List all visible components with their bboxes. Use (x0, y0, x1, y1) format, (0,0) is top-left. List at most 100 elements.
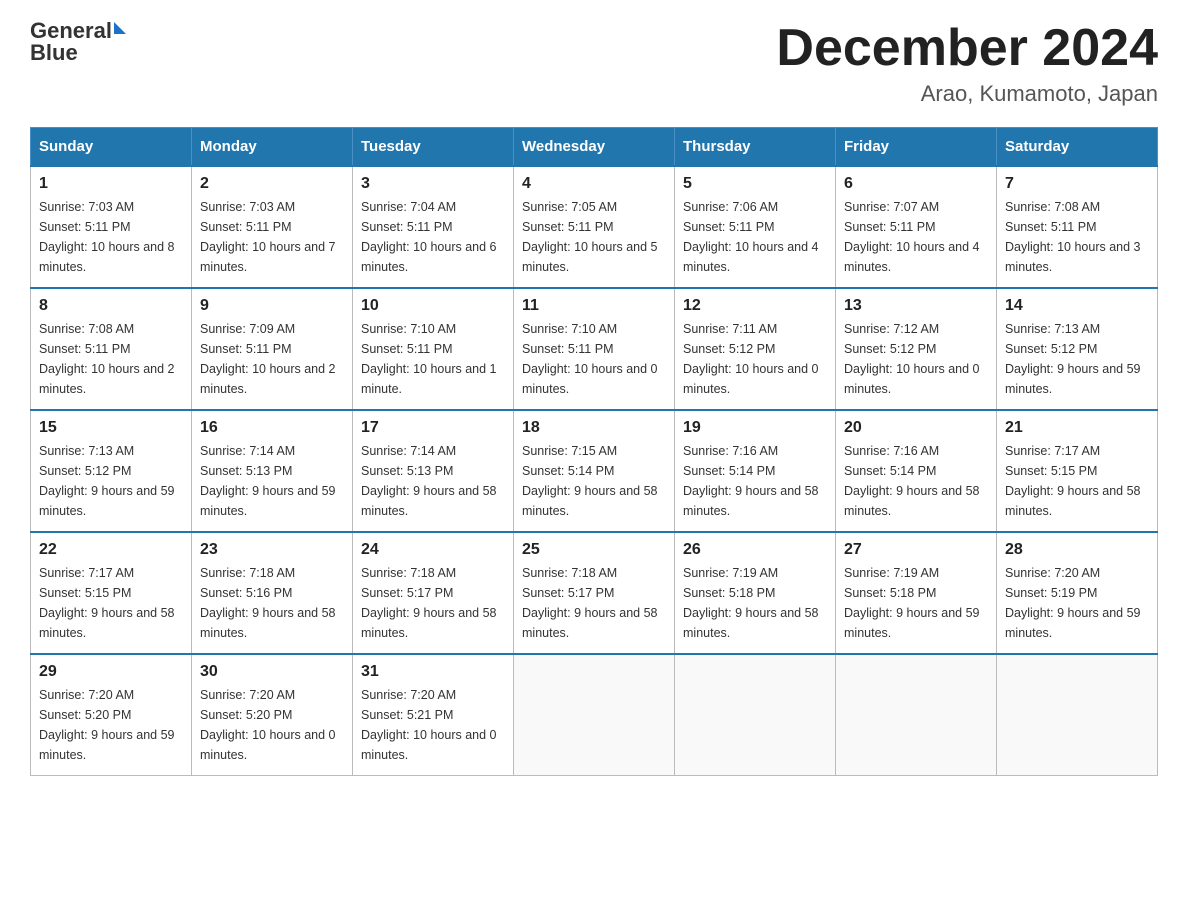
calendar-cell: 11Sunrise: 7:10 AMSunset: 5:11 PMDayligh… (514, 288, 675, 410)
day-info: Sunrise: 7:06 AMSunset: 5:11 PMDaylight:… (683, 197, 827, 277)
day-info: Sunrise: 7:14 AMSunset: 5:13 PMDaylight:… (361, 441, 505, 521)
day-info: Sunrise: 7:15 AMSunset: 5:14 PMDaylight:… (522, 441, 666, 521)
calendar-cell (997, 654, 1158, 776)
day-number: 27 (844, 541, 988, 559)
day-info: Sunrise: 7:08 AMSunset: 5:11 PMDaylight:… (39, 319, 183, 399)
day-number: 21 (1005, 419, 1149, 437)
calendar-week-row: 22 Sunrise: 7:17 AMSunset: 5:15 PMDayligh… (31, 532, 1158, 654)
day-number: 26 (683, 541, 827, 559)
col-header-tuesday: Tuesday (353, 128, 514, 167)
calendar-week-row: 1 Sunrise: 7:03 AMSunset: 5:11 PMDaylight… (31, 166, 1158, 288)
calendar-cell: 10 Sunrise: 7:10 AMSunset: 5:11 PMDayligh… (353, 288, 514, 410)
day-number: 3 (361, 175, 505, 193)
day-number: 8 (39, 297, 183, 315)
day-number: 19 (683, 419, 827, 437)
day-number: 22 (39, 541, 183, 559)
day-info: Sunrise: 7:04 AMSunset: 5:11 PMDaylight:… (361, 197, 505, 277)
day-number: 16 (200, 419, 344, 437)
day-number: 29 (39, 663, 183, 681)
calendar-header-row: SundayMondayTuesdayWednesdayThursdayFrid… (31, 128, 1158, 167)
col-header-thursday: Thursday (675, 128, 836, 167)
calendar-cell: 1 Sunrise: 7:03 AMSunset: 5:11 PMDaylight… (31, 166, 192, 288)
logo-arrow-icon (114, 22, 126, 34)
calendar-cell: 28Sunrise: 7:20 AMSunset: 5:19 PMDayligh… (997, 532, 1158, 654)
day-number: 17 (361, 419, 505, 437)
day-info: Sunrise: 7:03 AMSunset: 5:11 PMDaylight:… (200, 197, 344, 277)
calendar-cell (675, 654, 836, 776)
page-header: General Blue December 2024 Arao, Kumamot… (30, 20, 1158, 107)
calendar-cell: 13 Sunrise: 7:12 AMSunset: 5:12 PMDayligh… (836, 288, 997, 410)
title-block: December 2024 Arao, Kumamoto, Japan (776, 20, 1158, 107)
day-info: Sunrise: 7:19 AMSunset: 5:18 PMDaylight:… (683, 563, 827, 643)
calendar-cell: 2 Sunrise: 7:03 AMSunset: 5:11 PMDaylight… (192, 166, 353, 288)
day-info: Sunrise: 7:13 AMSunset: 5:12 PMDaylight:… (1005, 319, 1149, 399)
calendar-cell: 27 Sunrise: 7:19 AMSunset: 5:18 PMDayligh… (836, 532, 997, 654)
calendar-cell: 3 Sunrise: 7:04 AMSunset: 5:11 PMDaylight… (353, 166, 514, 288)
day-number: 31 (361, 663, 505, 681)
col-header-saturday: Saturday (997, 128, 1158, 167)
day-info: Sunrise: 7:05 AMSunset: 5:11 PMDaylight:… (522, 197, 666, 277)
day-number: 23 (200, 541, 344, 559)
calendar-cell: 4 Sunrise: 7:05 AMSunset: 5:11 PMDaylight… (514, 166, 675, 288)
day-info: Sunrise: 7:08 AMSunset: 5:11 PMDaylight:… (1005, 197, 1149, 277)
calendar-cell: 21 Sunrise: 7:17 AMSunset: 5:15 PMDayligh… (997, 410, 1158, 532)
month-title: December 2024 (776, 20, 1158, 77)
day-info: Sunrise: 7:18 AMSunset: 5:16 PMDaylight:… (200, 563, 344, 643)
calendar-cell: 17 Sunrise: 7:14 AMSunset: 5:13 PMDayligh… (353, 410, 514, 532)
calendar-cell: 24Sunrise: 7:18 AMSunset: 5:17 PMDayligh… (353, 532, 514, 654)
col-header-sunday: Sunday (31, 128, 192, 167)
day-info: Sunrise: 7:10 AMSunset: 5:11 PMDaylight:… (361, 319, 505, 399)
day-number: 12 (683, 297, 827, 315)
calendar-cell: 29Sunrise: 7:20 AMSunset: 5:20 PMDayligh… (31, 654, 192, 776)
day-info: Sunrise: 7:19 AMSunset: 5:18 PMDaylight:… (844, 563, 988, 643)
day-info: Sunrise: 7:03 AMSunset: 5:11 PMDaylight:… (39, 197, 183, 277)
day-number: 2 (200, 175, 344, 193)
calendar-week-row: 8 Sunrise: 7:08 AMSunset: 5:11 PMDaylight… (31, 288, 1158, 410)
day-number: 13 (844, 297, 988, 315)
logo-blue: Blue (30, 40, 78, 65)
day-number: 14 (1005, 297, 1149, 315)
calendar-cell (836, 654, 997, 776)
location: Arao, Kumamoto, Japan (776, 81, 1158, 107)
calendar-cell: 15Sunrise: 7:13 AMSunset: 5:12 PMDayligh… (31, 410, 192, 532)
day-number: 28 (1005, 541, 1149, 559)
day-number: 6 (844, 175, 988, 193)
calendar-cell: 6 Sunrise: 7:07 AMSunset: 5:11 PMDaylight… (836, 166, 997, 288)
day-info: Sunrise: 7:17 AMSunset: 5:15 PMDaylight:… (1005, 441, 1149, 521)
calendar-cell: 30 Sunrise: 7:20 AMSunset: 5:20 PMDayligh… (192, 654, 353, 776)
calendar-cell: 20 Sunrise: 7:16 AMSunset: 5:14 PMDayligh… (836, 410, 997, 532)
calendar-cell: 12Sunrise: 7:11 AMSunset: 5:12 PMDayligh… (675, 288, 836, 410)
col-header-wednesday: Wednesday (514, 128, 675, 167)
day-info: Sunrise: 7:17 AMSunset: 5:15 PMDaylight:… (39, 563, 183, 643)
day-info: Sunrise: 7:13 AMSunset: 5:12 PMDaylight:… (39, 441, 183, 521)
day-number: 5 (683, 175, 827, 193)
calendar-cell (514, 654, 675, 776)
calendar-cell: 7Sunrise: 7:08 AMSunset: 5:11 PMDaylight… (997, 166, 1158, 288)
calendar-cell: 18Sunrise: 7:15 AMSunset: 5:14 PMDayligh… (514, 410, 675, 532)
day-info: Sunrise: 7:16 AMSunset: 5:14 PMDaylight:… (683, 441, 827, 521)
calendar-cell: 5 Sunrise: 7:06 AMSunset: 5:11 PMDaylight… (675, 166, 836, 288)
day-number: 24 (361, 541, 505, 559)
calendar-cell: 25Sunrise: 7:18 AMSunset: 5:17 PMDayligh… (514, 532, 675, 654)
calendar-cell: 26 Sunrise: 7:19 AMSunset: 5:18 PMDayligh… (675, 532, 836, 654)
calendar-cell: 16 Sunrise: 7:14 AMSunset: 5:13 PMDayligh… (192, 410, 353, 532)
calendar-week-row: 29 Sunrise: 7:20 AMSunset: 5:20 PMDayligh… (31, 654, 1158, 776)
day-info: Sunrise: 7:10 AMSunset: 5:11 PMDaylight:… (522, 319, 666, 399)
day-number: 4 (522, 175, 666, 193)
day-number: 30 (200, 663, 344, 681)
day-info: Sunrise: 7:16 AMSunset: 5:14 PMDaylight:… (844, 441, 988, 521)
day-number: 1 (39, 175, 183, 193)
day-info: Sunrise: 7:18 AMSunset: 5:17 PMDaylight:… (522, 563, 666, 643)
calendar-cell: 14 Sunrise: 7:13 AMSunset: 5:12 PMDayligh… (997, 288, 1158, 410)
day-number: 20 (844, 419, 988, 437)
calendar-week-row: 15Sunrise: 7:13 AMSunset: 5:12 PMDayligh… (31, 410, 1158, 532)
calendar-cell: 23 Sunrise: 7:18 AMSunset: 5:16 PMDayligh… (192, 532, 353, 654)
calendar-cell: 31Sunrise: 7:20 AMSunset: 5:21 PMDayligh… (353, 654, 514, 776)
day-info: Sunrise: 7:14 AMSunset: 5:13 PMDaylight:… (200, 441, 344, 521)
col-header-friday: Friday (836, 128, 997, 167)
day-info: Sunrise: 7:12 AMSunset: 5:12 PMDaylight:… (844, 319, 988, 399)
calendar-cell: 9Sunrise: 7:09 AMSunset: 5:11 PMDaylight… (192, 288, 353, 410)
day-number: 10 (361, 297, 505, 315)
day-info: Sunrise: 7:07 AMSunset: 5:11 PMDaylight:… (844, 197, 988, 277)
day-info: Sunrise: 7:20 AMSunset: 5:20 PMDaylight:… (200, 685, 344, 765)
